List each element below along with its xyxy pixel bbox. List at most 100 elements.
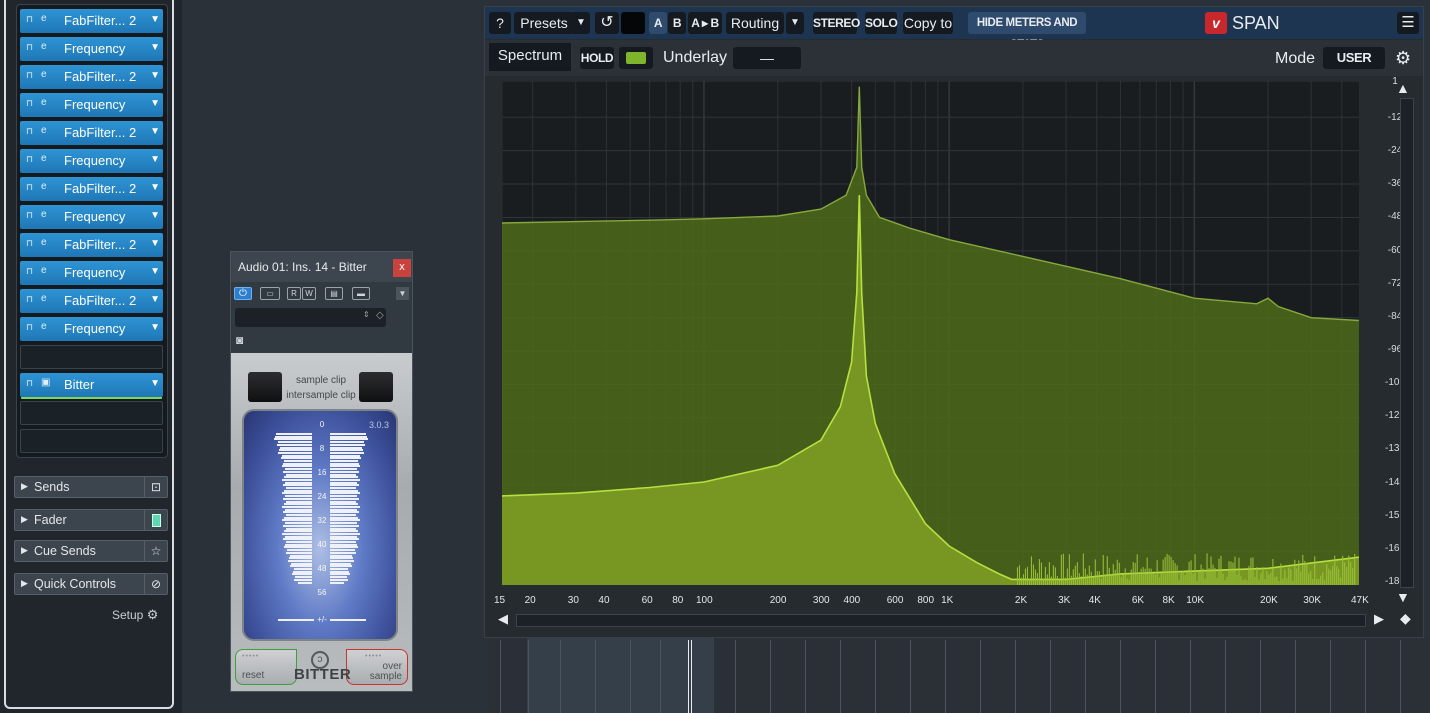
edit-icon[interactable]: e	[41, 265, 47, 276]
bypass-icon[interactable]: ⊓	[26, 154, 33, 165]
bypass-icon[interactable]: ▭	[260, 287, 280, 300]
edit-icon[interactable]: e	[41, 41, 47, 52]
timeline-selection[interactable]	[527, 638, 714, 713]
edit-icon[interactable]: e	[41, 237, 47, 248]
section-quick-controls[interactable]: ▶ Quick Controls ⊘	[14, 573, 168, 595]
insert-slot-empty[interactable]	[20, 345, 163, 369]
scroll-track[interactable]	[516, 614, 1366, 627]
chevron-down-icon[interactable]: ▼	[150, 42, 160, 53]
chevron-down-icon[interactable]: ▼	[150, 70, 160, 81]
edit-icon[interactable]: e	[41, 97, 47, 108]
chevron-down-icon[interactable]: ▼	[396, 287, 409, 300]
menu-icon[interactable]: ☰	[1397, 12, 1419, 34]
chevron-down-icon[interactable]: ▼	[150, 294, 160, 305]
underlay-selector[interactable]: —	[733, 47, 801, 69]
scroll-down-icon[interactable]: ▼	[1396, 589, 1410, 605]
scroll-right-icon[interactable]: ▶	[1374, 611, 1384, 627]
hold-button[interactable]: HOLD	[580, 47, 614, 69]
scroll-up-icon[interactable]: ▲	[1396, 80, 1410, 96]
tab-spectrum[interactable]: Spectrum	[489, 43, 571, 71]
chevron-down-icon[interactable]: ▼	[150, 210, 160, 221]
insert-slot[interactable]: ⊓ e FabFilter... 2 ▼	[20, 233, 163, 257]
bypass-icon[interactable]: ⊓	[26, 42, 33, 53]
bypass-icon[interactable]: ⊓	[26, 238, 33, 249]
insert-slot[interactable]: ⊓ e FabFilter... 2 ▼	[20, 289, 163, 313]
solo-button[interactable]: SOLO	[865, 12, 898, 34]
bypass-icon[interactable]: ⊓	[26, 322, 33, 333]
edit-icon[interactable]: e	[41, 69, 47, 80]
routing-dropdown-icon[interactable]: ▼	[786, 12, 804, 34]
reset-button[interactable]: ••••• reset	[235, 649, 297, 685]
spectrum-plot[interactable]	[502, 81, 1359, 585]
chevron-down-icon[interactable]: ▼	[150, 154, 160, 165]
insert-slot[interactable]: ⊓ e FabFilter... 2 ▼	[20, 65, 163, 89]
presets-dropdown-icon[interactable]: ▼	[572, 12, 590, 34]
edit-icon[interactable]: e	[41, 13, 47, 24]
insert-slot[interactable]: ⊓ ▣ Bitter ▼	[20, 373, 163, 397]
section-fader[interactable]: ▶ Fader	[14, 509, 168, 531]
intersample-clip-switch[interactable]	[359, 372, 393, 402]
chevron-down-icon[interactable]: ▼	[150, 126, 160, 137]
help-button[interactable]: ?	[489, 12, 511, 34]
camera-icon[interactable]: ◙	[236, 333, 243, 347]
stepper-icon[interactable]: ⇕	[363, 310, 370, 319]
mode-selector[interactable]: USER	[1323, 47, 1385, 69]
fader-icon[interactable]	[144, 510, 167, 530]
scroll-track[interactable]	[1400, 98, 1414, 588]
chevron-down-icon[interactable]: ▼	[150, 266, 160, 277]
bypass-icon[interactable]: ⊓	[26, 266, 33, 277]
close-button[interactable]: x	[393, 259, 411, 277]
preset-b-button[interactable]: B	[668, 12, 686, 34]
edit-icon[interactable]: e	[41, 125, 47, 136]
sample-clip-switch[interactable]	[248, 372, 282, 402]
chevron-down-icon[interactable]: ▼	[150, 238, 160, 249]
preset-selector[interactable]: ⇕ ◇	[235, 308, 386, 327]
insert-slot[interactable]: ⊓ e FabFilter... 2 ▼	[20, 9, 163, 33]
insert-slot[interactable]: ⊓ e Frequency ▼	[20, 37, 163, 61]
gear-icon[interactable]: ⚙	[1395, 48, 1411, 69]
edit-icon[interactable]: e	[41, 181, 47, 192]
setup-button[interactable]: Setup ⚙	[112, 607, 158, 623]
chevron-down-icon[interactable]: ▼	[150, 378, 160, 389]
settings-icon[interactable]: ▬	[352, 287, 370, 300]
insert-slot[interactable]: ⊓ e Frequency ▼	[20, 93, 163, 117]
oversample-button[interactable]: ••••• over sample	[346, 649, 408, 685]
bypass-icon[interactable]: ⊓	[26, 14, 33, 25]
section-cue-sends[interactable]: ▶ Cue Sends ☆	[14, 540, 168, 562]
copy-to-button[interactable]: Copy to	[903, 12, 953, 34]
preset-a-button[interactable]: A	[649, 12, 667, 34]
power-icon[interactable]: ⏻	[234, 287, 252, 300]
insert-slot[interactable]: ⊓ e Frequency ▼	[20, 261, 163, 285]
scroll-left-icon[interactable]: ◀	[498, 611, 508, 627]
copy-a-to-b-button[interactable]: A ▸ B	[688, 12, 722, 34]
reset-zoom-icon[interactable]: ◆	[1400, 610, 1411, 627]
edit-icon[interactable]: e	[41, 153, 47, 164]
reset-icon[interactable]: ↺	[595, 12, 619, 34]
edit-icon[interactable]: ▣	[41, 377, 50, 388]
edit-icon[interactable]: e	[41, 209, 47, 220]
edit-icon[interactable]: e	[41, 321, 47, 332]
monitor-icon[interactable]: ⊡	[144, 477, 167, 497]
bypass-icon[interactable]: ⊓	[26, 294, 33, 305]
chevron-down-icon[interactable]: ▼	[150, 14, 160, 25]
compare-icon[interactable]: ▤	[325, 287, 343, 300]
tag-icon[interactable]: ◇	[376, 310, 384, 321]
chevron-down-icon[interactable]: ▼	[150, 98, 160, 109]
section-sends[interactable]: ▶ Sends ⊡	[14, 476, 168, 498]
insert-slot[interactable]: ⊓ e Frequency ▼	[20, 317, 163, 341]
insert-slot[interactable]: ⊓ e FabFilter... 2 ▼	[20, 121, 163, 145]
star-icon[interactable]: ☆	[144, 541, 167, 561]
read-automation-button[interactable]: R	[287, 287, 301, 300]
bypass-icon[interactable]: ⊓	[26, 182, 33, 193]
vertical-scrollbar[interactable]: ▲ ▼	[1396, 80, 1416, 607]
bypass-icon[interactable]: ⊓	[26, 70, 33, 81]
insert-slot[interactable]: ⊓ e Frequency ▼	[20, 205, 163, 229]
presets-button[interactable]: Presets	[514, 12, 574, 34]
horizontal-scrollbar[interactable]: ◀ ▶ ◆	[494, 610, 1411, 630]
write-automation-button[interactable]: W	[302, 287, 316, 300]
routing-button[interactable]: Routing	[726, 12, 784, 34]
stereo-button[interactable]: STEREO	[813, 12, 860, 34]
bypass-icon[interactable]: ⊓	[26, 98, 33, 109]
bypass-icon[interactable]: ⊓	[26, 126, 33, 137]
edit-icon[interactable]: e	[41, 293, 47, 304]
